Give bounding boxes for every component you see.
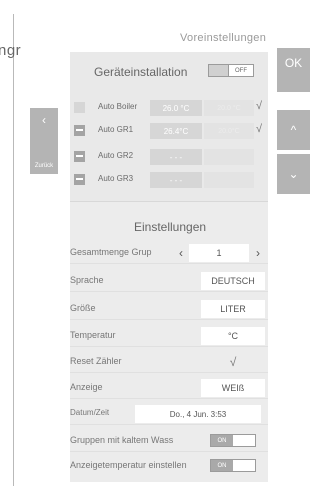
setting-label: Anzeige [70,382,103,392]
installation-title: Geräteinstallation [94,65,188,79]
chevron-up-icon: ^ [290,123,297,137]
screen-title: Voreinstellungen [180,32,267,44]
device-name: Auto GR3 [98,174,134,183]
scroll-up-button[interactable]: ^ [277,110,310,150]
check-icon: √ [256,123,263,135]
device-checkbox[interactable] [74,151,85,162]
device-temp-setpoint [204,172,254,188]
setting-cold-water: Gruppen mit kaltem Wass ON [70,430,268,452]
size-select[interactable]: LITER [201,300,265,318]
temperature-unit-select[interactable]: °C [201,327,265,345]
device-temp: - - - [150,172,202,188]
setting-label: Gruppen mit kaltem Wass [70,435,174,445]
device-checkbox[interactable] [74,102,85,113]
device-temp-setpoint: 20.0 °C [204,100,254,116]
cold-water-toggle[interactable]: ON [210,434,256,447]
setting-label: Größe [70,303,96,313]
setting-label: Sprache [70,275,104,285]
setting-label: Datum/Zeit [70,408,110,417]
setting-label: Anzeigetemperatur einstellen [70,460,187,470]
device-name: Auto GR2 [98,151,134,160]
setting-language: Sprache DEUTSCH [70,270,268,292]
setting-label: Reset Zähler [70,356,122,366]
display-temp-toggle[interactable]: ON [210,459,256,472]
device-name: Auto GR1 [98,125,134,134]
clipped-title-text: ngr [0,42,22,59]
setting-temperature: Temperatur °C [70,325,268,347]
window-frame-line [13,14,14,486]
toggle-state: ON [211,435,233,446]
device-row-gr1[interactable]: Auto GR1 26.4°C 20.0°C √ [70,123,268,140]
device-temp: 26.0 °C [150,100,202,116]
device-row-boiler[interactable]: Auto Boiler 26.0 °C 20.0 °C √ [70,100,268,117]
toggle-knob [233,435,255,446]
chevron-down-icon: ⌄ [288,167,299,181]
device-temp-setpoint [204,149,254,165]
installation-toggle[interactable]: OFF [208,64,254,77]
display-select[interactable]: WEIß [201,379,265,397]
toggle-knob [233,460,255,471]
device-checkbox[interactable] [74,125,85,136]
setting-datetime: Datum/Zeit Do., 4 Jun. 3:53 [70,403,268,425]
language-select[interactable]: DEUTSCH [201,272,265,290]
setting-label: Gesamtmenge Grup [70,247,152,257]
toggle-state: OFF [235,67,247,74]
setting-reset: Reset Zähler √ [70,351,268,373]
datetime-field[interactable]: Do., 4 Jun. 3:53 [135,405,261,423]
device-temp-setpoint: 20.0°C [204,123,254,139]
device-temp: 26.4°C [150,123,202,139]
setting-label: Temperatur [70,330,116,340]
back-arrow-icon: ‹ [42,113,46,127]
check-icon: √ [256,100,263,112]
settings-panel: Geräteinstallation OFF Auto Boiler 26.0 … [70,52,268,482]
setting-size: Größe LITER [70,298,268,320]
decrement-button[interactable]: ‹ [173,244,189,262]
group-total-value: 1 [189,244,249,262]
ok-button[interactable]: OK [277,48,310,92]
setting-display-temp: Anzeigetemperatur einstellen ON [70,455,268,477]
toggle-state: ON [211,460,233,471]
device-row-gr2[interactable]: Auto GR2 - - - [70,149,268,166]
toggle-knob [209,65,229,76]
device-name: Auto Boiler [98,102,138,111]
scroll-down-button[interactable]: ⌄ [277,154,310,194]
device-row-gr3[interactable]: Auto GR3 - - - [70,172,268,189]
increment-button[interactable]: › [250,244,266,262]
device-checkbox[interactable] [74,174,85,185]
device-temp: - - - [150,149,202,165]
settings-title: Einstellungen [134,220,207,234]
back-button-label: Zurück [34,163,54,169]
setting-group-total: Gesamtmenge Grup ‹ 1 › [70,242,268,264]
reset-check-icon[interactable]: √ [201,353,265,371]
back-button[interactable]: ‹ Zurück [30,108,58,174]
setting-display: Anzeige WEIß [70,377,268,399]
device-installation-section: Geräteinstallation OFF Auto Boiler 26.0 … [70,52,268,202]
